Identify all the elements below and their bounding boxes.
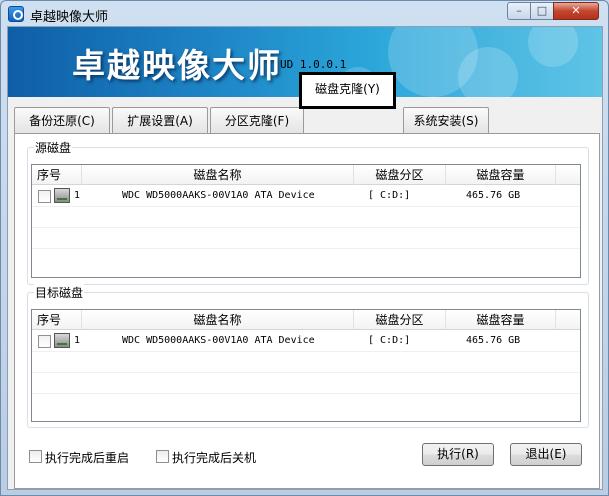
reboot-option-label: 执行完成后重启 [45,451,130,465]
column-disk-name[interactable]: 磁盘名称 [82,310,354,330]
list-header: 序号 磁盘名称 磁盘分区 磁盘容量 [32,310,580,330]
source-disk-list[interactable]: 序号 磁盘名称 磁盘分区 磁盘容量 1 WDC WD5000AAKS-00V1A… [31,164,581,278]
column-disk-name[interactable]: 磁盘名称 [82,165,354,185]
shutdown-checkbox[interactable] [156,450,169,463]
column-index[interactable]: 序号 [32,310,82,330]
row-disk-name: WDC WD5000AAKS-00V1A0 ATA Device [122,190,315,201]
banner-title: 卓越映像大师 [72,46,282,85]
grid-line [32,351,580,352]
banner-decoration [458,47,518,97]
column-index[interactable]: 序号 [32,165,82,185]
target-disk-list[interactable]: 序号 磁盘名称 磁盘分区 磁盘容量 1 WDC WD5000AAKS-00V1A… [31,309,581,422]
grid-line [32,206,580,207]
grid-line [32,248,580,249]
execute-button[interactable]: 执行(R) [422,443,494,466]
tab-extended-settings[interactable]: 扩展设置(A) [112,107,208,134]
app-icon [8,6,24,22]
row-disk-name: WDC WD5000AAKS-00V1A0 ATA Device [122,335,315,346]
window-title: 卓越映像大师 [30,10,109,25]
column-partition[interactable]: 磁盘分区 [354,310,446,330]
row-index: 1 [74,190,81,201]
tab-backup-restore[interactable]: 备份还原(C) [14,107,110,134]
row-partition: [ C:D:] [368,335,411,346]
title-bar[interactable]: 卓越映像大师 – □ ✕ [1,1,608,25]
column-capacity[interactable]: 磁盘容量 [446,310,556,330]
app-window: 卓越映像大师 – □ ✕ 卓越映像大师 UD 1.0.0.1 备份还原(C) 扩… [0,0,609,496]
minimize-button[interactable]: – [507,2,531,20]
row-partition: [ C:D:] [368,190,411,201]
column-partition[interactable]: 磁盘分区 [354,165,446,185]
column-capacity[interactable]: 磁盘容量 [446,165,556,185]
grid-line [32,227,580,228]
reboot-checkbox[interactable] [29,450,42,463]
close-button[interactable]: ✕ [553,2,599,20]
maximize-button[interactable]: □ [530,2,554,20]
tab-disk-clone[interactable]: 磁盘克隆(Y) [299,72,396,109]
source-disk-label: 源磁盘 [34,139,73,156]
grid-line [32,393,580,394]
disk-clone-panel: 源磁盘 序号 磁盘名称 磁盘分区 磁盘容量 1 WDC WD5000AAKS-0… [14,133,600,489]
row-capacity: 465.76 GB [466,335,521,346]
tab-partition-clone[interactable]: 分区克隆(F) [210,107,304,134]
target-disk-label: 目标磁盘 [34,284,85,301]
row-checkbox[interactable] [38,190,51,203]
row-index: 1 [74,335,81,346]
row-checkbox[interactable] [38,335,51,348]
hard-disk-icon [54,188,70,203]
exit-button[interactable]: 退出(E) [510,443,582,466]
grid-line [32,372,580,373]
shutdown-option-label: 执行完成后关机 [172,451,257,465]
tab-system-install[interactable]: 系统安装(S) [403,107,489,134]
version-label: UD 1.0.0.1 [280,58,347,71]
hard-disk-icon [54,333,70,348]
table-row[interactable]: 1 WDC WD5000AAKS-00V1A0 ATA Device [ C:D… [32,331,580,351]
banner-decoration [528,27,578,67]
row-capacity: 465.76 GB [466,190,521,201]
table-row[interactable]: 1 WDC WD5000AAKS-00V1A0 ATA Device [ C:D… [32,186,580,206]
list-header: 序号 磁盘名称 磁盘分区 磁盘容量 [32,165,580,185]
